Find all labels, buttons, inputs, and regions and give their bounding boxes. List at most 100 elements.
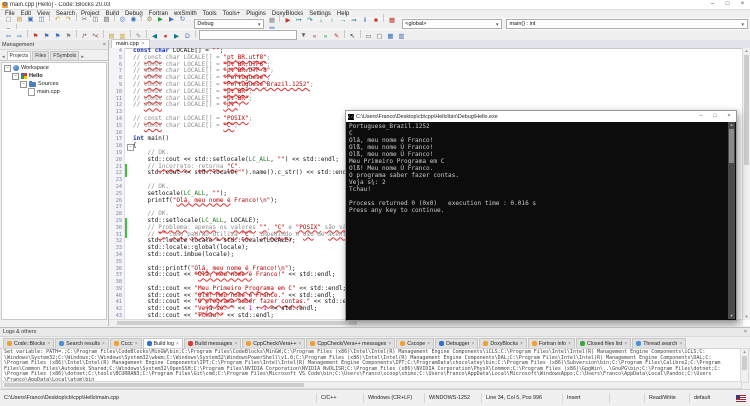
tab-close-icon[interactable]: × xyxy=(47,341,50,347)
log-tab-fortran-info[interactable]: Fortran info× xyxy=(528,338,575,348)
tab-close-icon[interactable]: × xyxy=(102,341,105,347)
logs-close-button[interactable]: × xyxy=(744,329,747,335)
log-tab-build-messages[interactable]: Build messages× xyxy=(184,338,241,348)
find-button[interactable]: ◎ xyxy=(118,15,127,24)
scroll-up-icon[interactable]: ▲ xyxy=(728,122,735,128)
close-button[interactable]: × xyxy=(735,0,750,9)
log-tab-cccc[interactable]: Cccc× xyxy=(110,338,142,348)
scope-select[interactable]: <global> ▼ xyxy=(402,19,502,29)
tree-expand-toggle[interactable]: − xyxy=(4,65,11,72)
new-file-button[interactable]: ▢ xyxy=(4,15,13,24)
run-to-cursor-button[interactable]: ↦ xyxy=(294,16,303,25)
next-line-button[interactable]: ↷ xyxy=(305,16,314,25)
scrollbar-thumb[interactable] xyxy=(729,129,734,163)
tab-close-icon[interactable]: × xyxy=(299,341,302,347)
scroll-down-icon[interactable]: ▼ xyxy=(743,314,750,320)
scrollbar-thumb[interactable] xyxy=(117,321,357,325)
chevron-down-icon[interactable]: ▼ xyxy=(299,31,308,40)
log-tab-closed-files-list[interactable]: Closed files list× xyxy=(576,338,631,348)
log-tab-doxyblocks[interactable]: DoxyBlocks× xyxy=(479,338,527,348)
tab-close-icon[interactable]: × xyxy=(234,341,237,347)
tab-close-icon[interactable]: × xyxy=(624,341,627,347)
tree-item-hello[interactable]: −Hello xyxy=(2,72,106,80)
log-tab-build-log[interactable]: Build log× xyxy=(143,338,183,348)
build-and-run-button[interactable]: ▶ xyxy=(167,15,176,24)
break-debugger-button[interactable]: ‖ xyxy=(360,16,369,25)
step-out-button[interactable]: ↑ xyxy=(327,16,336,25)
save-all-button[interactable]: ◫ xyxy=(37,15,46,24)
editor-vertical-scrollbar[interactable]: ▲ ▼ xyxy=(742,48,750,320)
scroll-up-icon[interactable]: ▲ xyxy=(741,349,748,355)
scrollbar-thumb[interactable] xyxy=(744,55,749,165)
log-tab-cscope[interactable]: Cscope× xyxy=(396,338,434,348)
function-select[interactable]: main() : int ▼ xyxy=(506,19,748,29)
redo-button[interactable]: ↷ xyxy=(64,15,73,24)
tab-close-icon[interactable]: × xyxy=(520,341,523,347)
console-maximize-button[interactable]: □ xyxy=(708,111,722,122)
scrollbar-thumb[interactable] xyxy=(742,356,747,370)
scroll-up-icon[interactable]: ▲ xyxy=(743,48,750,54)
next-instruction-button[interactable]: → xyxy=(338,16,347,25)
minimize-button[interactable]: – xyxy=(705,0,720,9)
tree-expand-toggle[interactable]: − xyxy=(12,73,19,80)
logs-vertical-scrollbar[interactable]: ▲ xyxy=(740,348,749,383)
rebuild-button[interactable]: ↻ xyxy=(178,15,187,24)
run-button[interactable]: ▶ xyxy=(156,15,165,24)
log-tab-cppcheck-vera[interactable]: CppCheck/Vera++× xyxy=(242,338,305,348)
open-file-button[interactable]: ▤ xyxy=(15,15,24,24)
tree-item-sources[interactable]: −Sources xyxy=(2,80,106,88)
log-tab-cppcheck-vera-messages[interactable]: CppCheck/Vera++ messages× xyxy=(306,338,395,348)
tab-close-icon[interactable]: × xyxy=(142,40,145,48)
console-close-button[interactable]: × xyxy=(722,111,736,122)
tab-scroll-right-icon[interactable]: ▸ xyxy=(80,54,85,60)
debugging-windows-button[interactable]: ▦ xyxy=(387,16,396,25)
toolbar-separator xyxy=(141,13,142,21)
scrollbar-thumb[interactable] xyxy=(4,383,304,387)
management-tab-projects[interactable]: Projects xyxy=(7,51,32,60)
tab-close-icon[interactable]: × xyxy=(135,341,138,347)
management-tab-files[interactable]: Files xyxy=(32,51,49,60)
replace-button[interactable]: ◉ xyxy=(129,15,138,24)
workspace-icon xyxy=(13,65,19,71)
management-close-button[interactable]: × xyxy=(103,42,106,48)
management-tab-fsymbols[interactable]: FSymbols xyxy=(50,51,79,60)
tab-close-icon[interactable]: × xyxy=(176,341,179,347)
tab-close-icon[interactable]: × xyxy=(568,341,571,347)
console-scrollbar[interactable]: ▲ ▼ xyxy=(728,122,735,319)
menu-item-tools[interactable]: Tools+ xyxy=(220,11,244,17)
maximize-button[interactable]: □ xyxy=(720,0,735,9)
build-button[interactable]: ⚙ xyxy=(145,15,154,24)
menu-item-tools[interactable]: Tools xyxy=(200,11,220,17)
step-into-button[interactable]: ↓ xyxy=(316,16,325,25)
paste-button[interactable]: ▨ xyxy=(102,15,111,24)
logs-horizontal-scrollbar[interactable] xyxy=(1,381,742,389)
build-target-select[interactable]: Debug ▼ xyxy=(194,19,264,29)
tree-expand-toggle[interactable]: − xyxy=(20,81,27,88)
copy-button[interactable]: ◫ xyxy=(91,15,100,24)
scroll-down-icon[interactable]: ▼ xyxy=(728,313,735,319)
tab-close-icon[interactable]: × xyxy=(679,341,682,347)
log-tab-thread-search[interactable]: Thread search× xyxy=(632,338,686,348)
tree-item-main-cpp[interactable]: main.cpp xyxy=(2,88,106,96)
editor-tab-main-cpp[interactable]: main.cpp × xyxy=(111,39,150,48)
show-target-options-button[interactable]: ▦ xyxy=(267,16,276,25)
menu-item-plugins[interactable]: Plugins xyxy=(243,11,269,17)
tab-scroll-left-icon[interactable]: ◂ xyxy=(1,54,6,60)
log-tab-code-blocks[interactable]: Code::Blocks× xyxy=(3,338,54,348)
step-into-instruction-button[interactable]: ⇒ xyxy=(349,16,358,25)
tab-close-icon[interactable]: × xyxy=(427,341,430,347)
incremental-search-input[interactable] xyxy=(199,30,297,40)
save-file-button[interactable]: ▣ xyxy=(26,15,35,24)
log-tab-debugger[interactable]: Debugger× xyxy=(435,338,478,348)
log-tab-search-results[interactable]: Search results× xyxy=(55,338,109,348)
debug-continue-button[interactable]: ▶ xyxy=(283,16,292,25)
project-tree[interactable]: −Workspace−Hello−Sourcesmain.cpp xyxy=(1,62,107,320)
cut-button[interactable]: ✂ xyxy=(80,15,89,24)
line-number: 17 xyxy=(109,136,125,143)
tree-item-workspace[interactable]: −Workspace xyxy=(2,64,106,72)
tab-close-icon[interactable]: × xyxy=(471,341,474,347)
undo-button[interactable]: ↶ xyxy=(53,15,62,24)
stop-debugger-button[interactable]: ■ xyxy=(371,16,380,25)
tab-close-icon[interactable]: × xyxy=(388,341,391,347)
console-minimize-button[interactable]: – xyxy=(694,111,708,122)
